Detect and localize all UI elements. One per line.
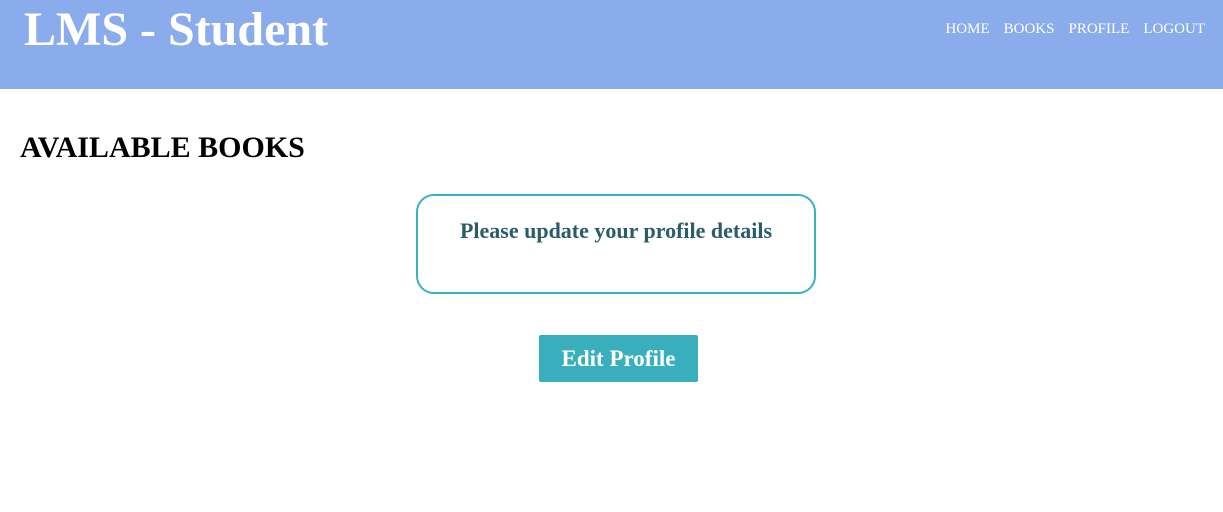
- nav-books-link[interactable]: BOOKS: [1004, 20, 1055, 38]
- edit-profile-button[interactable]: Edit Profile: [539, 335, 698, 382]
- brand-title: LMS - Student: [24, 3, 329, 56]
- profile-notice-box: Please update your profile details: [416, 194, 816, 294]
- profile-notice-text: Please update your profile details: [459, 218, 773, 243]
- nav-home-link[interactable]: HOME: [945, 20, 989, 38]
- page-title: AVAILABLE BOOKS: [20, 131, 305, 164]
- nav-logout-link[interactable]: LOGOUT: [1143, 20, 1205, 38]
- nav-profile-link[interactable]: PROFILE: [1069, 20, 1130, 38]
- main-nav: HOME BOOKS PROFILE LOGOUT: [945, 20, 1205, 38]
- top-header: LMS - Student HOME BOOKS PROFILE LOGOUT: [0, 0, 1223, 89]
